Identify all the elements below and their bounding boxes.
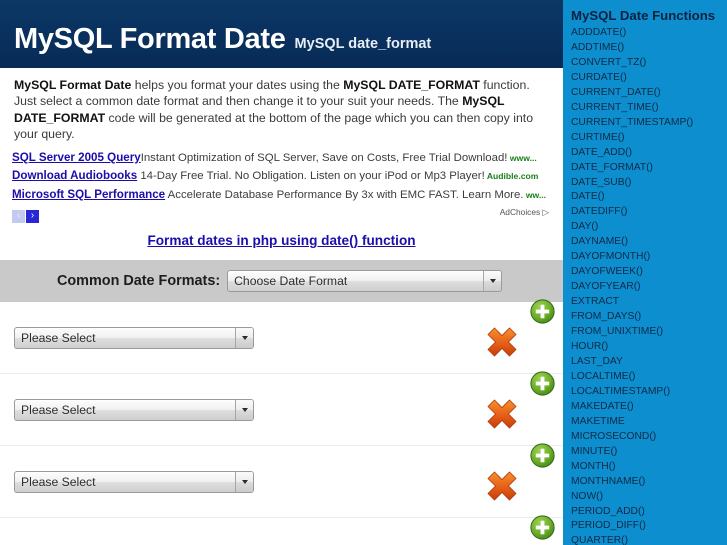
ad-item: Microsoft SQL Performance Accelerate Dat…: [12, 186, 551, 205]
ad-footer: ‹ › AdChoices ▷: [12, 205, 551, 223]
sidebar-function-item[interactable]: LAST_DAY: [571, 355, 727, 370]
format-select-value: Please Select: [21, 475, 96, 490]
ad-url: www...: [507, 152, 537, 163]
ad-url: ww...: [523, 189, 547, 200]
remove-row-icon[interactable]: [484, 468, 520, 504]
site-header: MySQL Format Date MySQL date_format: [0, 0, 563, 68]
ad-title-link[interactable]: SQL Server 2005 Query: [12, 151, 141, 164]
common-formats-band: Common Date Formats: Choose Date Format: [0, 260, 563, 303]
ad-title-link[interactable]: Microsoft SQL Performance: [12, 188, 165, 201]
sidebar-function-item[interactable]: MAKETIME: [571, 415, 727, 430]
add-row-icon[interactable]: [530, 371, 555, 396]
sidebar-function-item[interactable]: CURRENT_TIMESTAMP(): [571, 116, 727, 131]
chevron-down-icon: [235, 328, 253, 349]
add-row-icon[interactable]: [530, 515, 555, 540]
sidebar-function-item[interactable]: DAYOFMONTH(): [571, 250, 727, 265]
header-title-group: MySQL Format Date MySQL date_format: [14, 25, 431, 54]
sidebar-function-item[interactable]: EXTRACT: [571, 295, 727, 310]
php-date-function-link[interactable]: Format dates in php using date() functio…: [147, 233, 415, 248]
intro-segment: MySQL DATE_FORMAT: [343, 78, 480, 92]
remove-row-icon[interactable]: [484, 324, 520, 360]
php-link-container: Format dates in php using date() functio…: [0, 223, 563, 260]
sidebar-function-item[interactable]: DAYNAME(): [571, 235, 727, 250]
sidebar-function-item[interactable]: DATE_ADD(): [571, 146, 727, 161]
ad-description: Instant Optimization of SQL Server, Save…: [140, 151, 508, 164]
format-select-value: Please Select: [21, 403, 96, 418]
page-root: MySQL Format Date MySQL date_format MySQ…: [0, 0, 727, 545]
sidebar-function-item[interactable]: ADDTIME(): [571, 41, 727, 56]
sidebar-function-list: ADDDATE() ADDTIME() CONVERT_TZ() CURDATE() C…: [571, 26, 727, 545]
sidebar-function-item[interactable]: DATE_FORMAT(): [571, 161, 727, 176]
common-date-format-value: Choose Date Format: [234, 274, 348, 289]
adchoices-link[interactable]: AdChoices ▷: [500, 207, 549, 217]
ad-url: Audible.com: [484, 171, 539, 182]
sidebar-function-item[interactable]: MAKEDATE(): [571, 400, 727, 415]
intro-segment: helps you format your dates using the: [131, 78, 344, 92]
ad-block: SQL Server 2005 QueryInstant Optimizatio…: [0, 145, 563, 224]
sidebar-function-item[interactable]: DATE_SUB(): [571, 176, 727, 191]
sidebar: MySQL Date Functions ADDDATE() ADDTIME() C…: [563, 0, 727, 545]
sidebar-function-item[interactable]: QUARTER(): [571, 534, 727, 545]
sidebar-function-item[interactable]: FROM_UNIXTIME(): [571, 325, 727, 340]
ad-pagination: ‹ ›: [12, 209, 39, 223]
sidebar-function-item[interactable]: PERIOD_ADD(): [571, 505, 727, 520]
format-select[interactable]: Please Select: [14, 399, 254, 422]
add-row-icon[interactable]: [530, 299, 555, 324]
sidebar-function-item[interactable]: DATE(): [571, 190, 727, 205]
sidebar-function-item[interactable]: CURDATE(): [571, 71, 727, 86]
main-content: MySQL Format Date MySQL date_format MySQ…: [0, 0, 563, 545]
ad-next-icon[interactable]: ›: [26, 209, 39, 223]
format-select[interactable]: Please Select: [14, 327, 254, 350]
format-row: Please Select: [0, 446, 563, 519]
sidebar-function-item[interactable]: ADDDATE(): [571, 26, 727, 41]
sidebar-function-item[interactable]: NOW(): [571, 490, 727, 505]
sidebar-function-item[interactable]: HOUR(): [571, 340, 727, 355]
sidebar-title: MySQL Date Functions: [571, 8, 716, 23]
sidebar-function-item[interactable]: LOCALTIMESTAMP(): [571, 385, 727, 400]
ad-prev-icon[interactable]: ‹: [12, 209, 25, 223]
chevron-down-icon: [235, 400, 253, 421]
sidebar-function-item[interactable]: CURRENT_DATE(): [571, 86, 727, 101]
sidebar-function-item[interactable]: CURTIME(): [571, 131, 727, 146]
format-row: Please Select: [0, 302, 563, 375]
intro-paragraph: MySQL Format Date helps you format your …: [0, 68, 563, 145]
format-select[interactable]: Please Select: [14, 471, 254, 494]
page-subtitle: MySQL date_format: [294, 36, 432, 52]
format-rows: Please Select Please Select Please Select: [0, 302, 563, 519]
format-row: Please Select: [0, 374, 563, 447]
ad-item: Download Audiobooks 14-Day Free Trial. N…: [12, 167, 551, 186]
sidebar-function-item[interactable]: MINUTE(): [571, 445, 727, 460]
ad-title-link[interactable]: Download Audiobooks: [12, 169, 137, 182]
sidebar-function-item[interactable]: FROM_DAYS(): [571, 310, 727, 325]
remove-row-icon[interactable]: [484, 396, 520, 432]
format-select-value: Please Select: [21, 331, 96, 346]
page-title: MySQL Format Date: [14, 23, 286, 55]
sidebar-function-item[interactable]: MICROSECOND(): [571, 430, 727, 445]
sidebar-function-item[interactable]: PERIOD_DIFF(): [571, 519, 727, 534]
sidebar-function-item[interactable]: DAYOFWEEK(): [571, 265, 727, 280]
sidebar-function-item[interactable]: LOCALTIME(): [571, 370, 727, 385]
sidebar-function-item[interactable]: MONTH(): [571, 460, 727, 475]
add-row-icon[interactable]: [530, 443, 555, 468]
sidebar-function-item[interactable]: DATEDIFF(): [571, 205, 727, 220]
ad-description: 14-Day Free Trial. No Obligation. Listen…: [137, 170, 485, 183]
chevron-down-icon: [483, 271, 502, 292]
ad-description: Accelerate Database Performance By 3x wi…: [165, 188, 524, 201]
sidebar-function-item[interactable]: DAY(): [571, 220, 727, 235]
common-formats-label: Common Date Formats:: [57, 273, 221, 290]
intro-segment: MySQL Format Date: [14, 78, 132, 92]
common-date-format-select[interactable]: Choose Date Format: [227, 270, 503, 293]
sidebar-function-item[interactable]: CONVERT_TZ(): [571, 56, 727, 71]
chevron-down-icon: [235, 472, 253, 493]
sidebar-function-item[interactable]: CURRENT_TIME(): [571, 101, 727, 116]
ad-item: SQL Server 2005 QueryInstant Optimizatio…: [12, 149, 551, 168]
sidebar-function-item[interactable]: MONTHNAME(): [571, 475, 727, 490]
sidebar-function-item[interactable]: DAYOFYEAR(): [571, 280, 727, 295]
